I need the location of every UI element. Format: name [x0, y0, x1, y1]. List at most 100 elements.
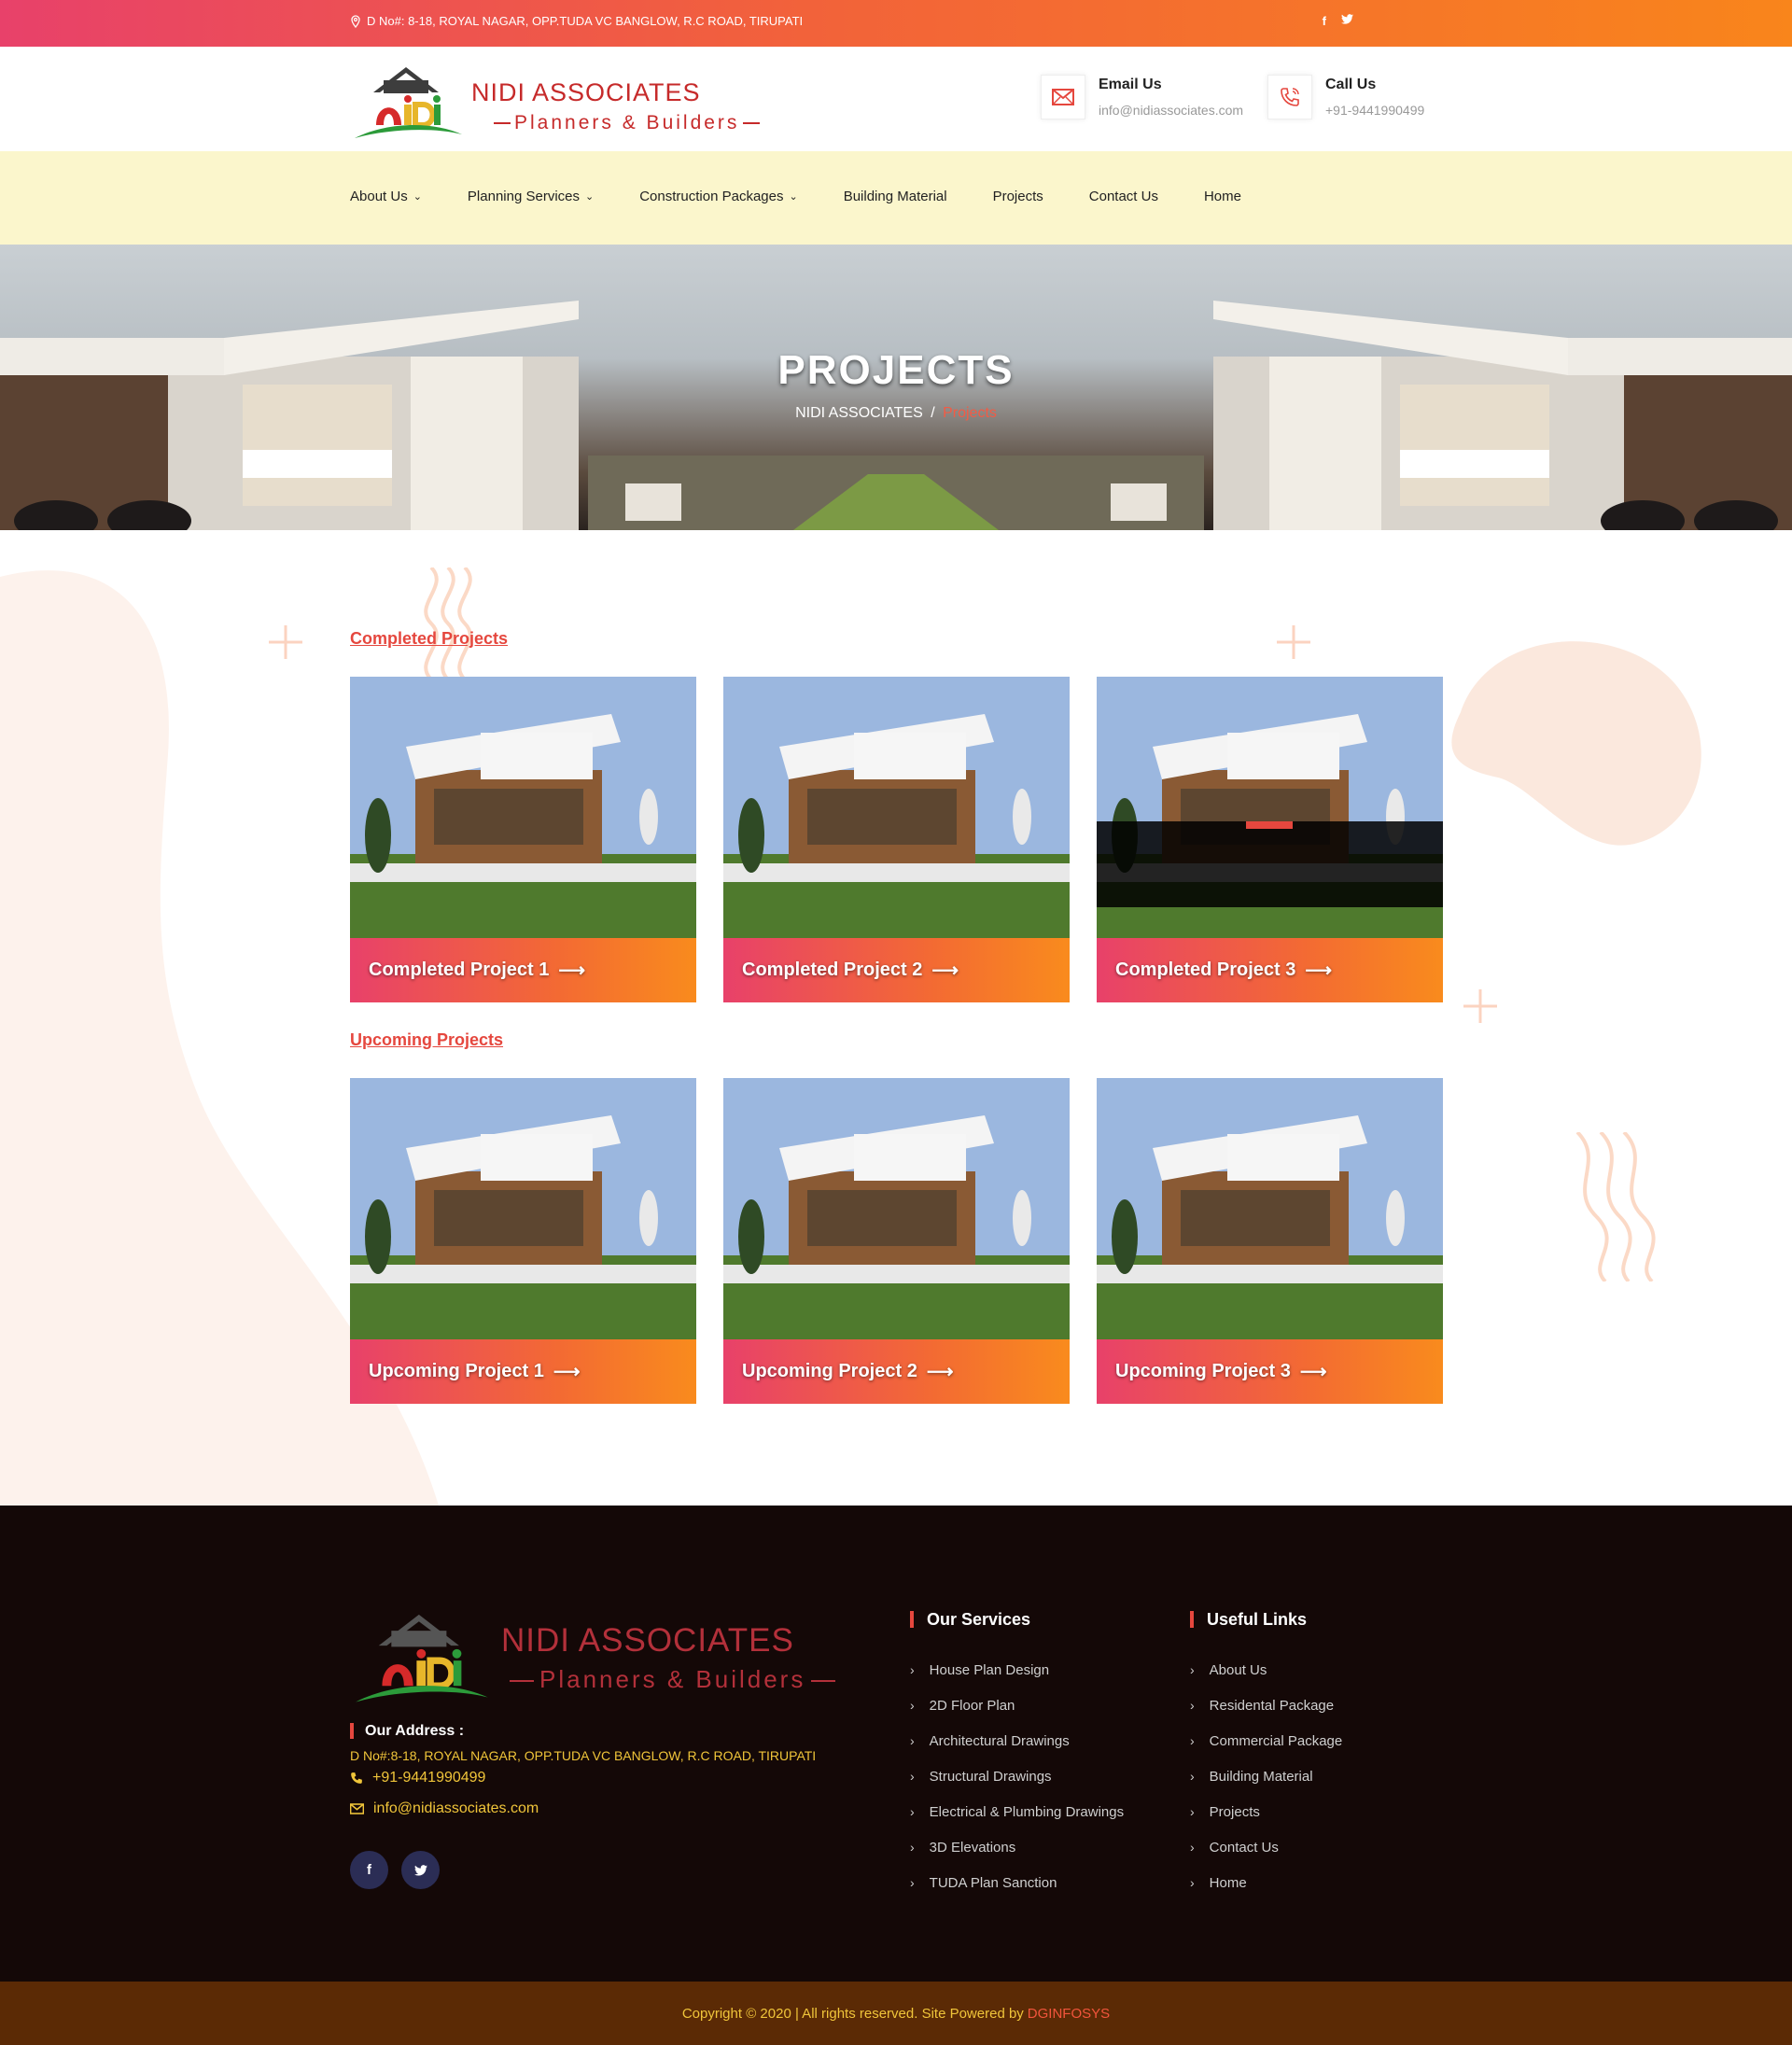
footer-social: f — [350, 1851, 440, 1889]
chevron-right-icon: › — [1190, 1698, 1195, 1713]
twitter-icon[interactable] — [1341, 14, 1353, 24]
nav-item-label: Building Material — [843, 189, 947, 204]
arrow-right-icon: ⟶ — [931, 960, 959, 981]
chevron-right-icon: › — [910, 1769, 915, 1784]
hero-garden — [588, 455, 1204, 530]
project-card-completed-2[interactable]: Completed Project 2 ⟶ — [723, 677, 1070, 1002]
arrow-right-icon: ⟶ — [558, 960, 586, 981]
phone-icon — [1281, 88, 1299, 106]
main-nav: About Us ⌄ Planning Services ⌄ Constructio… — [0, 151, 1792, 245]
project-card-caption: Upcoming Project 1 ⟶ — [350, 1339, 696, 1404]
project-card-upcoming-2[interactable]: Upcoming Project 2 ⟶ — [723, 1078, 1070, 1404]
completed-projects-heading[interactable]: Completed Projects — [350, 629, 508, 649]
nav-item-construction-packages[interactable]: Construction Packages ⌄ — [639, 189, 797, 204]
nav-item-building-material[interactable]: Building Material — [844, 189, 947, 204]
nav-item-about-us[interactable]: About Us ⌄ — [350, 189, 422, 204]
useful-link-label: Building Material — [1209, 1769, 1313, 1785]
services-link-label: Electrical & Plumbing Drawings — [929, 1804, 1125, 1820]
footer-phone[interactable]: +91-9441990499 — [350, 1770, 485, 1786]
nav-item-label: Home — [1203, 189, 1241, 204]
useful-links-list: › About Us › Residental Package › Commercia… — [1190, 1662, 1342, 1911]
services-link-label: 3D Elevations — [929, 1840, 1016, 1856]
location-pin-icon — [351, 14, 360, 28]
services-link[interactable]: › Structural Drawings — [910, 1769, 1124, 1804]
project-card-upcoming-1[interactable]: Upcoming Project 1 ⟶ — [350, 1078, 696, 1404]
useful-link[interactable]: › Home — [1190, 1875, 1342, 1911]
email-label: Email Us — [1099, 77, 1162, 92]
useful-link[interactable]: › Contact Us — [1190, 1840, 1342, 1875]
project-card-caption: Completed Project 2 ⟶ — [723, 938, 1070, 1002]
project-title: Completed Project 2 — [742, 959, 923, 980]
chevron-down-icon: ⌄ — [413, 191, 422, 203]
call-value[interactable]: +91-9441990499 — [1325, 103, 1424, 118]
call-contact[interactable]: Call Us +91-9441990499 — [1267, 75, 1424, 119]
nav-item-projects[interactable]: Projects — [993, 189, 1043, 204]
wave-decoration — [1575, 1132, 1656, 1282]
services-link[interactable]: › House Plan Design — [910, 1662, 1124, 1698]
services-link-label: 2D Floor Plan — [929, 1698, 1015, 1714]
breadcrumb-current: Projects — [943, 405, 997, 421]
nav-item-planning-services[interactable]: Planning Services ⌄ — [468, 189, 594, 204]
useful-link[interactable]: › Projects — [1190, 1804, 1342, 1840]
nav-item-home[interactable]: Home — [1204, 189, 1241, 204]
project-card-completed-1[interactable]: Completed Project 1 ⟶ — [350, 677, 696, 1002]
arrow-right-icon: ⟶ — [1299, 1362, 1327, 1382]
services-link[interactable]: › 2D Floor Plan — [910, 1698, 1124, 1733]
logo-house-icon — [355, 67, 462, 138]
services-list: › House Plan Design › 2D Floor Plan › Archi… — [910, 1662, 1124, 1911]
chevron-right-icon: › — [1190, 1733, 1195, 1748]
useful-link[interactable]: › Commercial Package — [1190, 1733, 1342, 1769]
chevron-right-icon: › — [1190, 1875, 1195, 1890]
project-title: Completed Project 3 — [1115, 959, 1296, 980]
useful-link-label: Contact Us — [1209, 1840, 1279, 1856]
facebook-icon[interactable]: f — [350, 1851, 388, 1889]
nav-item-label: Projects — [992, 189, 1043, 204]
useful-link-label: Projects — [1209, 1804, 1260, 1820]
powered-by-link[interactable]: DGINFOSYS — [1028, 2006, 1110, 2022]
services-link-label: House Plan Design — [929, 1662, 1050, 1678]
wave-decoration — [424, 567, 472, 679]
facebook-icon[interactable]: f — [1323, 14, 1326, 28]
copyright-bar: Copyright © 2020 | All rights reserved. … — [0, 1982, 1792, 2045]
phone-icon — [351, 1772, 362, 1784]
chevron-down-icon: ⌄ — [789, 191, 798, 203]
chevron-right-icon: › — [1190, 1769, 1195, 1784]
breadcrumb-separator: / — [931, 405, 935, 421]
services-link-label: Architectural Drawings — [929, 1733, 1070, 1749]
project-title: Upcoming Project 3 — [1115, 1361, 1291, 1381]
chevron-right-icon: › — [1190, 1662, 1195, 1677]
site-header: NIDI ASSOCIATES Planners & Builders Emai… — [0, 47, 1792, 151]
project-card-caption: Completed Project 1 ⟶ — [350, 938, 696, 1002]
footer-email[interactable]: info@nidiassociates.com — [350, 1800, 539, 1817]
footer-logo[interactable]: NIDI ASSOCIATES Planners & Builders — [350, 1604, 821, 1706]
email-value[interactable]: info@nidiassociates.com — [1099, 103, 1243, 118]
top-address: D No#: 8-18, ROYAL NAGAR, OPP.TUDA VC BA… — [350, 14, 803, 28]
project-title: Completed Project 1 — [369, 959, 550, 980]
project-title: Upcoming Project 1 — [369, 1361, 544, 1381]
site-logo[interactable]: NIDI ASSOCIATES Planners & Builders — [350, 60, 736, 140]
project-card-upcoming-3[interactable]: Upcoming Project 3 ⟶ — [1097, 1078, 1443, 1404]
chevron-right-icon: › — [910, 1840, 915, 1855]
chevron-right-icon: › — [1190, 1804, 1195, 1819]
project-card-completed-3[interactable]: Completed Project 3 ⟶ — [1097, 677, 1443, 1002]
upcoming-projects-heading[interactable]: Upcoming Projects — [350, 1030, 503, 1050]
arrow-right-icon: ⟶ — [926, 1362, 954, 1382]
email-contact[interactable]: Email Us info@nidiassociates.com — [1041, 75, 1243, 119]
useful-link[interactable]: › About Us — [1190, 1662, 1342, 1698]
services-link[interactable]: › 3D Elevations — [910, 1840, 1124, 1875]
useful-link[interactable]: › Residental Package — [1190, 1698, 1342, 1733]
services-link[interactable]: › Electrical & Plumbing Drawings — [910, 1804, 1124, 1840]
project-photo — [723, 677, 1070, 938]
useful-link[interactable]: › Building Material — [1190, 1769, 1342, 1804]
project-photo — [350, 677, 696, 938]
services-link[interactable]: › Architectural Drawings — [910, 1733, 1124, 1769]
logo-house-icon — [356, 1614, 488, 1702]
services-link[interactable]: › TUDA Plan Sanction — [910, 1875, 1124, 1911]
twitter-icon[interactable] — [401, 1851, 440, 1889]
services-link-label: TUDA Plan Sanction — [929, 1875, 1057, 1891]
nav-item-contact-us[interactable]: Contact Us — [1089, 189, 1158, 204]
breadcrumb-home[interactable]: NIDI ASSOCIATES — [795, 405, 923, 421]
envelope-icon — [350, 1803, 364, 1814]
useful-link-label: Home — [1209, 1875, 1247, 1891]
project-card-caption: Completed Project 3 ⟶ — [1097, 938, 1443, 1002]
